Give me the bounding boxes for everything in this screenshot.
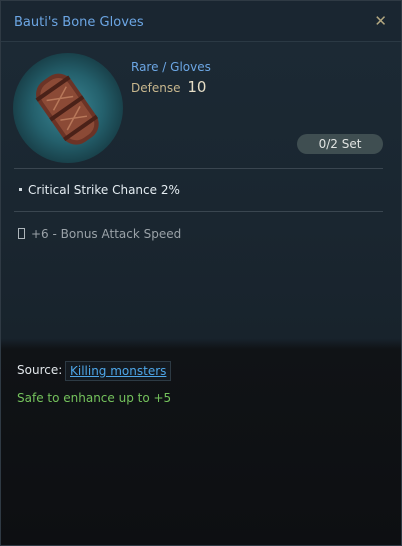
bonus-line: +6 - Bonus Attack Speed — [18, 227, 181, 241]
title-bar: Bauti's Bone Gloves ✕ — [1, 1, 401, 42]
source-link[interactable]: Killing monsters — [65, 361, 172, 381]
close-icon[interactable]: ✕ — [374, 12, 387, 30]
item-tooltip-panel: Bauti's Bone Gloves ✕ Rare / Gloves Defe… — [0, 0, 402, 546]
item-name: Bauti's Bone Gloves — [14, 15, 144, 30]
defense-stat: Defense 10 — [131, 78, 206, 96]
bonus-text: +6 - Bonus Attack Speed — [31, 227, 182, 241]
set-button[interactable]: 0/2 Set — [297, 134, 383, 154]
defense-label: Defense — [131, 81, 181, 95]
leather-glove-icon — [13, 53, 123, 163]
enhance-note: Safe to enhance up to +5 — [17, 391, 172, 405]
divider — [14, 168, 383, 169]
divider — [14, 211, 383, 212]
defense-value: 10 — [187, 78, 207, 96]
stat-text: Critical Strike Chance 2% — [28, 183, 180, 197]
rarity-type: Rare / Gloves — [131, 60, 211, 74]
source-label: Source: — [17, 363, 63, 377]
bullet-icon — [19, 188, 22, 191]
stat-line: Critical Strike Chance 2% — [19, 183, 180, 197]
lock-icon — [18, 228, 25, 239]
